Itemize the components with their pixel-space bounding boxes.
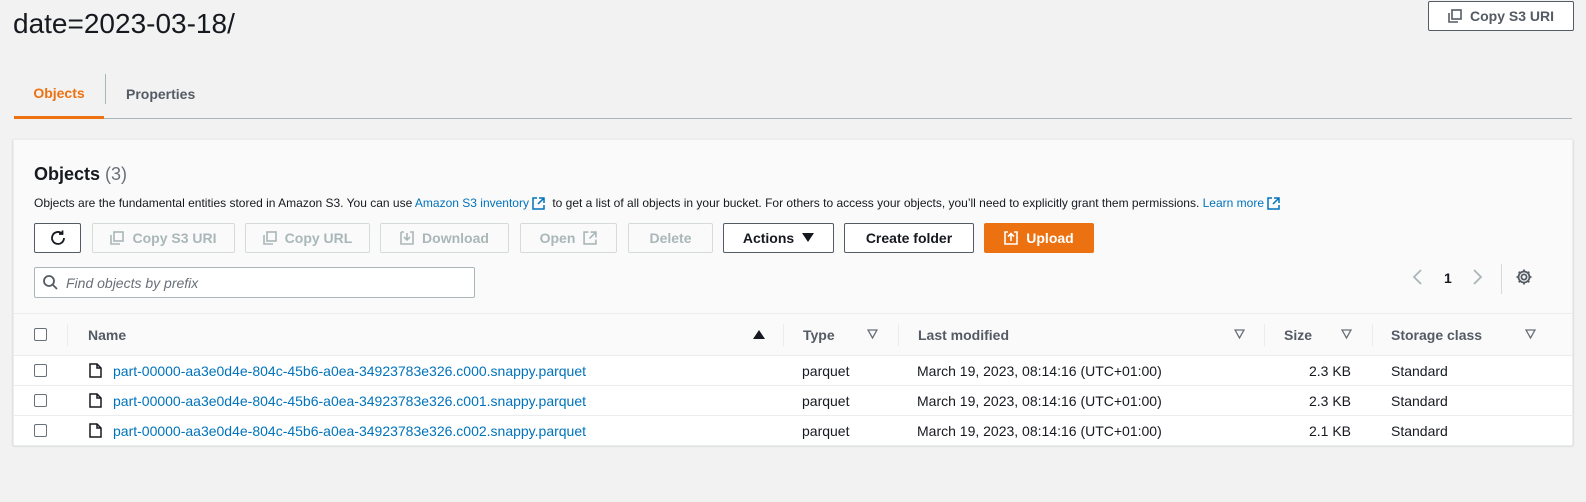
chevron-right-icon[interactable] xyxy=(1470,268,1484,286)
objects-panel-title: Objects (3) xyxy=(34,164,127,185)
actions-label: Actions xyxy=(742,230,795,246)
objects-title-text: Objects xyxy=(34,164,101,184)
external-link-icon xyxy=(583,231,598,245)
table-header: Name Type Last modified Size Storage cla… xyxy=(14,313,1572,356)
download-icon xyxy=(400,231,414,245)
open-label: Open xyxy=(539,230,576,246)
caret-down-icon xyxy=(802,233,815,242)
copy-url-button[interactable]: Copy URL xyxy=(245,223,370,253)
download-label: Download xyxy=(422,230,489,246)
select-all-checkbox[interactable] xyxy=(34,328,47,341)
row-checkbox[interactable] xyxy=(34,364,47,377)
table-row: part-00000-aa3e0d4e-804c-45b6-a0ea-34923… xyxy=(14,416,1572,446)
object-size: 2.1 KB xyxy=(1308,422,1351,439)
header-copy-s3-uri-button[interactable]: Copy S3 URI xyxy=(1428,1,1574,31)
external-link-icon xyxy=(1267,197,1280,210)
upload-button[interactable]: Upload xyxy=(984,223,1094,253)
upload-label: Upload xyxy=(1026,230,1074,246)
file-icon xyxy=(89,393,102,408)
object-size: 2.3 KB xyxy=(1308,392,1351,409)
sort-icon[interactable] xyxy=(867,329,878,339)
column-divider xyxy=(1372,324,1373,346)
object-size: 2.3 KB xyxy=(1308,362,1351,379)
row-checkbox[interactable] xyxy=(34,394,47,407)
delete-button[interactable]: Delete xyxy=(628,223,713,253)
object-storage-class: Standard xyxy=(1391,422,1448,439)
object-name-link[interactable]: part-00000-aa3e0d4e-804c-45b6-a0ea-34923… xyxy=(113,416,586,445)
column-divider xyxy=(67,324,68,346)
table-row: part-00000-aa3e0d4e-804c-45b6-a0ea-34923… xyxy=(14,356,1572,386)
download-button[interactable]: Download xyxy=(380,223,509,253)
object-storage-class: Standard xyxy=(1391,392,1448,409)
sort-ascending-icon[interactable] xyxy=(753,329,765,339)
object-type: parquet xyxy=(802,392,850,409)
object-type: parquet xyxy=(802,362,850,379)
copy-url-label: Copy URL xyxy=(284,230,353,246)
column-divider xyxy=(898,324,899,346)
search-icon xyxy=(43,275,58,290)
copy-icon xyxy=(262,231,277,245)
refresh-button[interactable] xyxy=(34,223,81,253)
copy-icon xyxy=(1448,9,1462,23)
object-type: parquet xyxy=(802,422,850,439)
copy-icon xyxy=(110,231,125,245)
header-copy-s3-uri-label: Copy S3 URI xyxy=(1469,8,1554,24)
object-last-modified: March 19, 2023, 08:14:16 (UTC+01:00) xyxy=(917,362,1162,379)
actions-dropdown[interactable]: Actions xyxy=(723,223,834,253)
refresh-icon xyxy=(50,230,65,245)
gear-icon[interactable] xyxy=(1515,268,1533,286)
column-header-size[interactable]: Size xyxy=(1284,314,1312,356)
external-link-icon xyxy=(532,197,545,210)
pager-divider xyxy=(1501,264,1502,294)
table-row: part-00000-aa3e0d4e-804c-45b6-a0ea-34923… xyxy=(14,386,1572,416)
tab-divider xyxy=(105,74,106,104)
column-header-type[interactable]: Type xyxy=(803,314,835,356)
tab-bar: Objects Properties xyxy=(14,70,1572,119)
row-checkbox[interactable] xyxy=(34,424,47,437)
file-icon xyxy=(89,363,102,378)
sort-icon[interactable] xyxy=(1341,329,1352,339)
object-storage-class: Standard xyxy=(1391,362,1448,379)
delete-label: Delete xyxy=(649,230,692,246)
upload-icon xyxy=(1004,231,1019,245)
learn-more-link[interactable]: Learn more xyxy=(1203,196,1264,210)
column-divider xyxy=(783,324,784,346)
search-input[interactable] xyxy=(66,274,456,291)
sort-icon[interactable] xyxy=(1234,329,1245,339)
tab-properties[interactable]: Properties xyxy=(126,70,195,118)
page-title: date=2023-03-18/ xyxy=(13,8,235,39)
current-page-number[interactable]: 1 xyxy=(1444,270,1452,286)
column-header-storage-class[interactable]: Storage class xyxy=(1391,314,1482,356)
create-folder-label: Create folder xyxy=(865,230,953,246)
column-divider xyxy=(1264,324,1265,346)
object-last-modified: March 19, 2023, 08:14:16 (UTC+01:00) xyxy=(917,422,1162,439)
objects-table: Name Type Last modified Size Storage cla… xyxy=(14,313,1572,446)
tab-objects[interactable]: Objects xyxy=(14,70,104,119)
copy-s3-uri-button[interactable]: Copy S3 URI xyxy=(92,223,235,253)
search-box xyxy=(34,267,475,298)
column-header-name[interactable]: Name xyxy=(88,314,126,356)
amazon-s3-inventory-link[interactable]: Amazon S3 inventory xyxy=(415,196,529,210)
sort-icon[interactable] xyxy=(1525,329,1536,339)
objects-count: (3) xyxy=(105,164,128,184)
object-name-link[interactable]: part-00000-aa3e0d4e-804c-45b6-a0ea-34923… xyxy=(113,356,586,385)
copy-s3-uri-label: Copy S3 URI xyxy=(132,230,217,246)
column-header-last-modified[interactable]: Last modified xyxy=(918,314,1009,356)
open-button[interactable]: Open xyxy=(520,223,617,253)
objects-description: Objects are the fundamental entities sto… xyxy=(34,196,1284,210)
object-last-modified: March 19, 2023, 08:14:16 (UTC+01:00) xyxy=(917,392,1162,409)
create-folder-button[interactable]: Create folder xyxy=(844,223,974,253)
description-text-2: to get a list of all objects in your buc… xyxy=(548,196,1203,210)
description-text-1: Objects are the fundamental entities sto… xyxy=(34,196,415,210)
file-icon xyxy=(89,423,102,438)
chevron-left-icon[interactable] xyxy=(1411,268,1425,286)
objects-panel: Objects (3) Objects are the fundamental … xyxy=(13,139,1573,446)
object-name-link[interactable]: part-00000-aa3e0d4e-804c-45b6-a0ea-34923… xyxy=(113,386,586,415)
